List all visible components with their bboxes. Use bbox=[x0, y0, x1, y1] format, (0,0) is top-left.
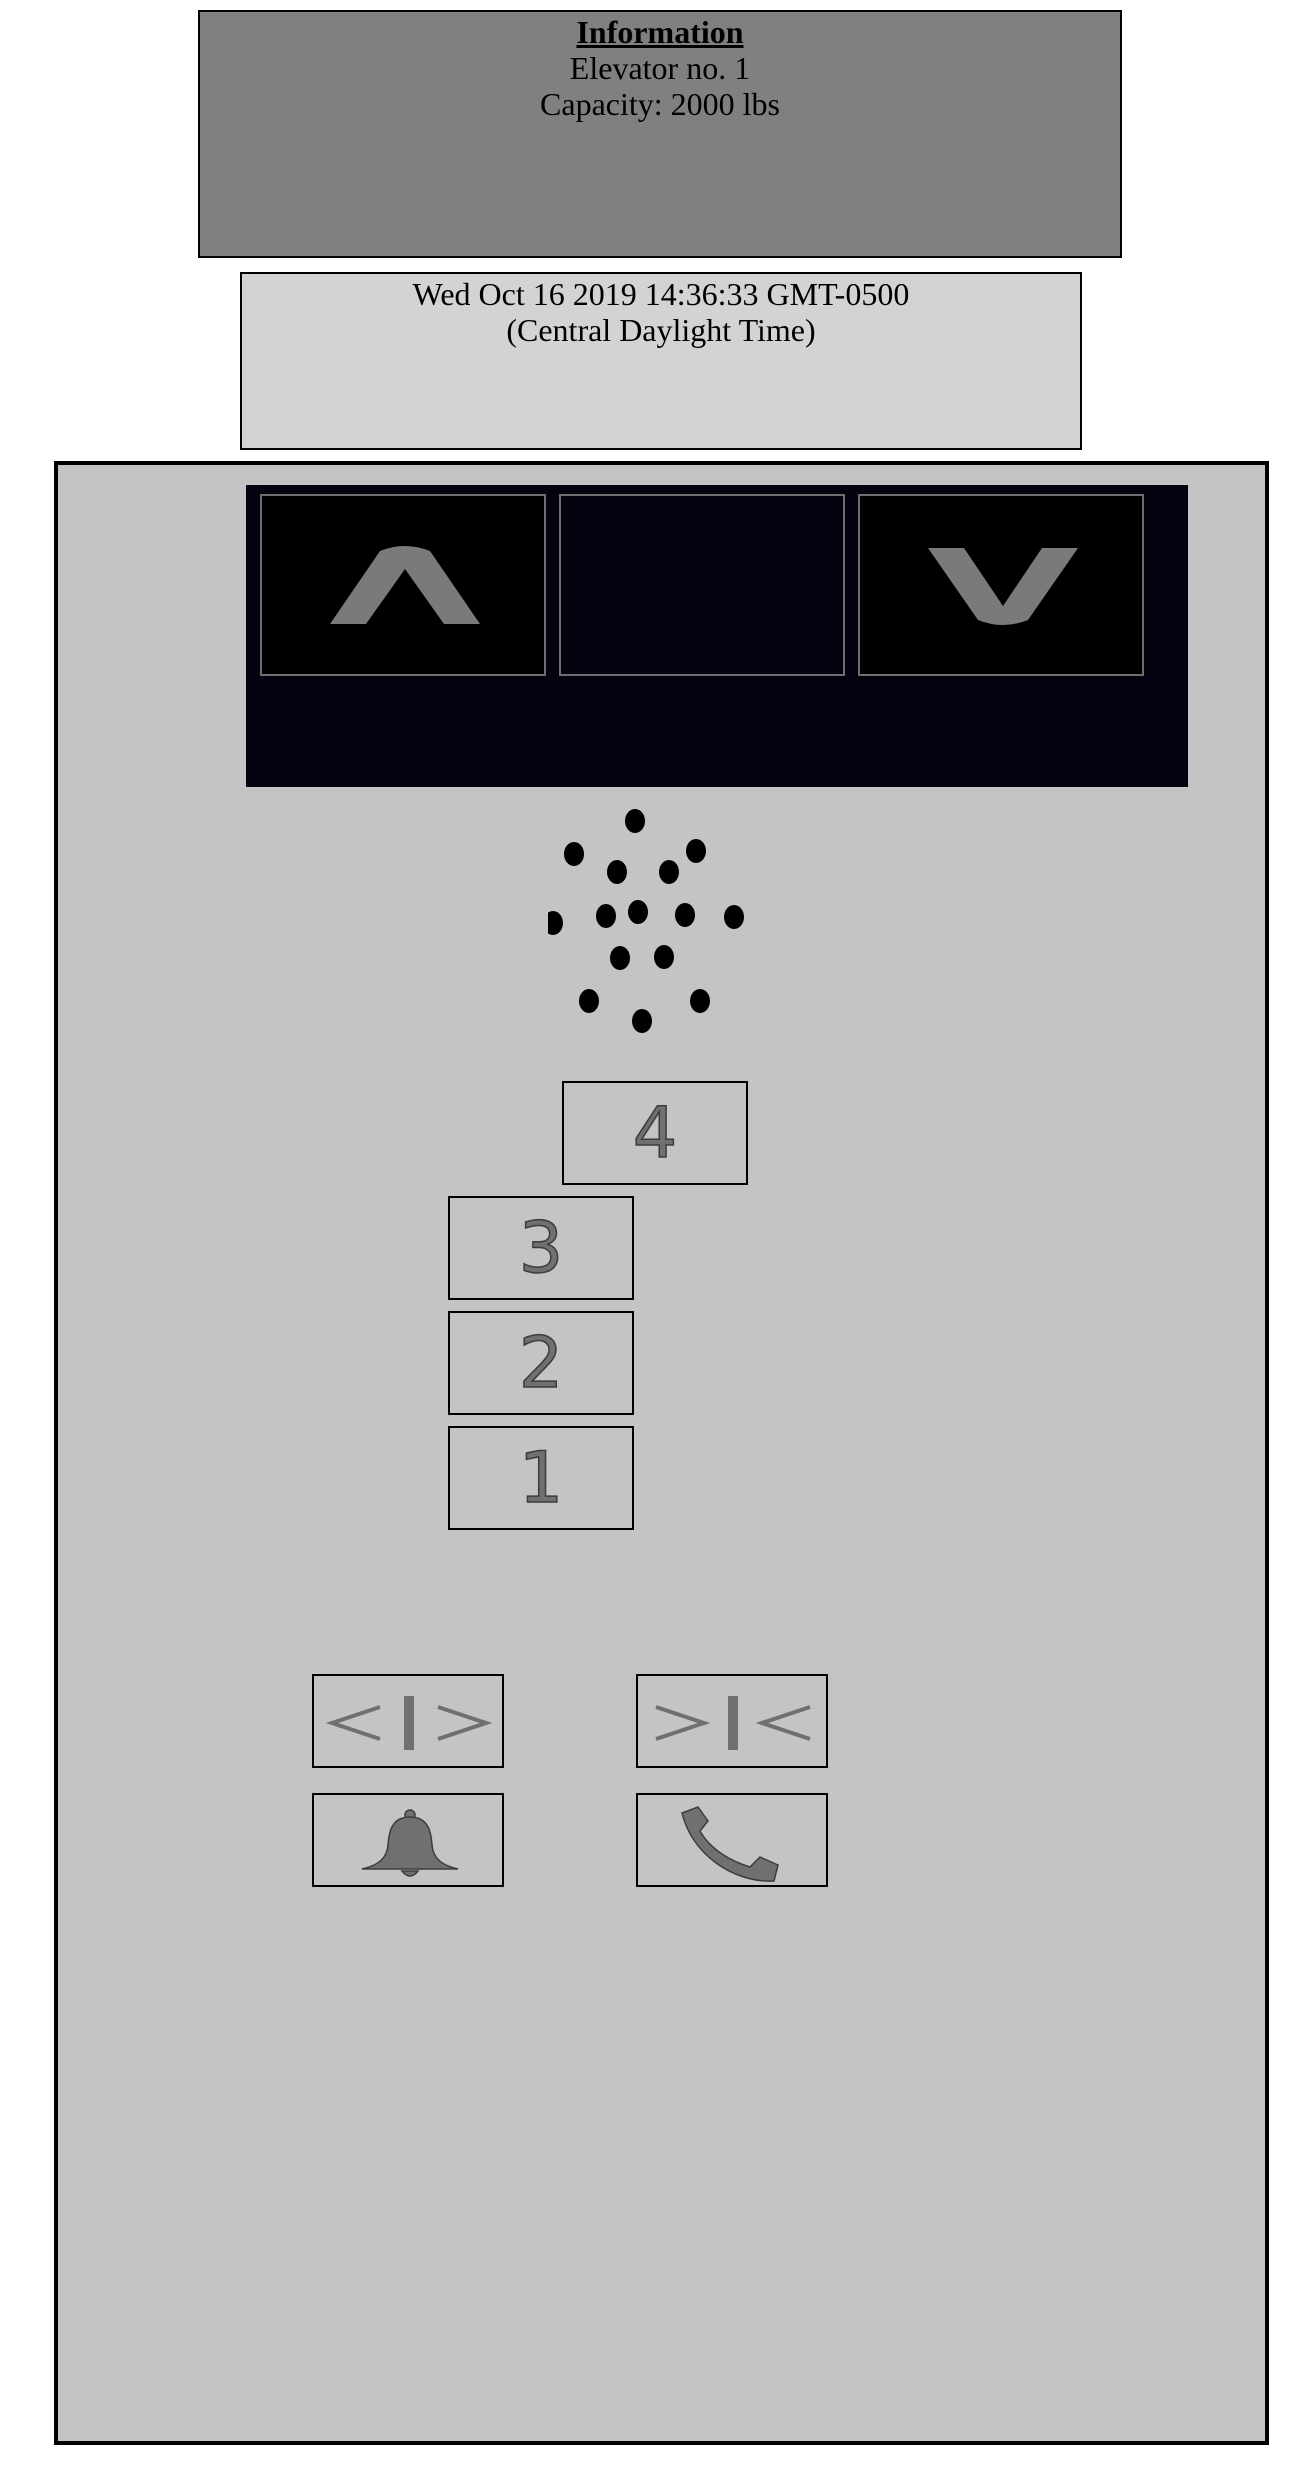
floor-1-button[interactable]: 1 bbox=[448, 1426, 634, 1530]
datetime-line: Wed Oct 16 2019 14:36:33 GMT-0500 bbox=[412, 276, 910, 312]
info-title: Information bbox=[576, 14, 744, 50]
up-direction-indicator bbox=[260, 494, 546, 676]
down-direction-indicator bbox=[858, 494, 1144, 676]
floor-indicator bbox=[246, 485, 1188, 787]
floor-4-button[interactable]: 4 bbox=[562, 1081, 748, 1185]
door-open-icon bbox=[325, 1696, 493, 1750]
emergency-phone-button[interactable] bbox=[636, 1793, 828, 1887]
door-close-icon bbox=[655, 1696, 811, 1750]
floor-3-button[interactable]: 3 bbox=[448, 1196, 634, 1300]
alarm-button[interactable] bbox=[312, 1793, 504, 1887]
chevron-down-icon bbox=[928, 548, 1078, 625]
datetime-panel: Wed Oct 16 2019 14:36:33 GMT-0500 (Centr… bbox=[240, 272, 1082, 450]
elevator-number: Elevator no. 1 bbox=[569, 50, 751, 86]
bell-icon bbox=[361, 1809, 459, 1877]
door-close-button[interactable] bbox=[636, 1674, 828, 1768]
phone-icon bbox=[681, 1806, 779, 1882]
elevator-panel: 4 3 2 1 bbox=[54, 461, 1269, 2445]
timezone-line: (Central Daylight Time) bbox=[506, 312, 816, 348]
door-open-button[interactable] bbox=[312, 1674, 504, 1768]
elevator-capacity: Capacity: 2000 lbs bbox=[540, 86, 780, 122]
chevron-up-icon bbox=[330, 546, 480, 624]
floor-2-button[interactable]: 2 bbox=[448, 1311, 634, 1415]
current-floor-display bbox=[559, 494, 845, 676]
speaker-grille bbox=[548, 809, 744, 1033]
info-panel: Information Elevator no. 1 Capacity: 200… bbox=[198, 10, 1122, 258]
